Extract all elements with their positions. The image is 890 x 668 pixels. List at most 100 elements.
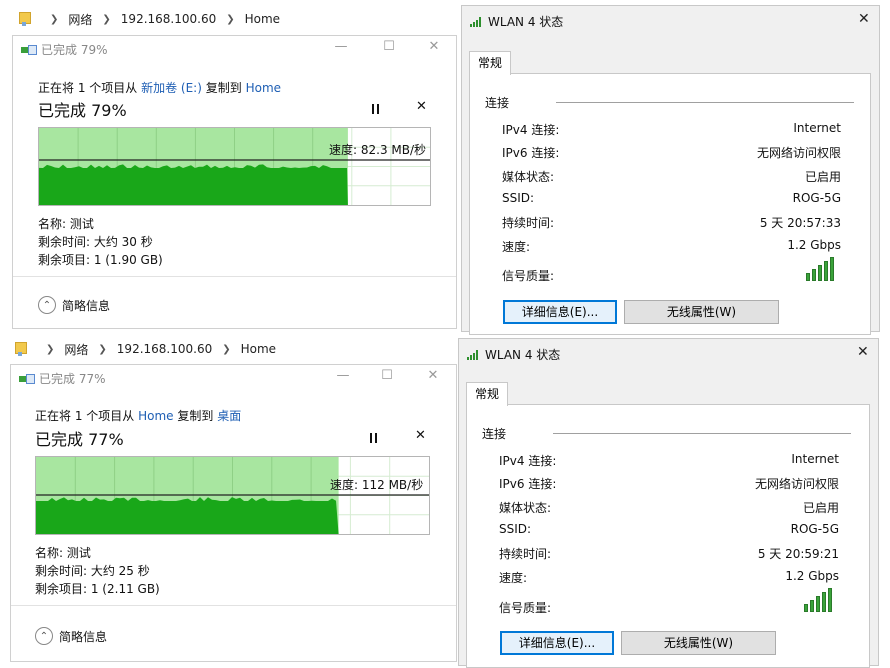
chevron-up-icon: ⌃ <box>35 627 53 645</box>
close-icon[interactable]: ✕ <box>857 344 869 360</box>
wlan-status-dialog: WLAN 4 状态 ✕ 常规 连接 信号质量: 详细信息(E)... 无线属性(… <box>461 5 880 335</box>
file-copy-icon <box>19 373 35 384</box>
wlan-status-dialog: WLAN 4 状态 ✕ 常规 连接 信号质量: 详细信息(E)... 无线属性(… <box>458 338 879 668</box>
chevron-up-icon: ⌃ <box>38 296 56 314</box>
address-breadcrumb[interactable]: ❯ 网络 ❯ 192.168.100.60 ❯ Home <box>18 8 458 30</box>
destination-link[interactable]: 桌面 <box>217 409 241 423</box>
wifi-signal-icon <box>470 16 482 27</box>
info-value: ROG-5G <box>790 521 839 536</box>
info-label: 速度: <box>499 570 528 585</box>
tab-general[interactable]: 常规 <box>466 382 509 406</box>
details-button[interactable]: 详细信息(E)... <box>500 631 614 655</box>
progress-heading: 已完成 79% <box>38 101 127 120</box>
progress-heading: 已完成 77% <box>35 430 124 449</box>
info-label: 持续时间: <box>499 547 552 562</box>
dialog-title: 已完成 77% <box>19 370 106 387</box>
info-label: IPv6 连接: <box>499 477 557 492</box>
close-icon[interactable]: ✕ <box>424 39 444 54</box>
speed-graph-svg <box>39 128 430 205</box>
close-icon[interactable]: ✕ <box>423 368 443 383</box>
info-label: 媒体状态: <box>499 500 552 515</box>
wireless-properties-button[interactable]: 无线属性(W) <box>624 300 779 324</box>
copy-progress-dialog: 已完成 77% — ☐ ✕ 正在将 1 个项目从 Home 复制到 桌面 已完成… <box>10 364 457 662</box>
info-value: 5 天 20:59:21 <box>757 547 839 562</box>
file-name: 名称: 测试 <box>35 546 91 560</box>
signal-strength-bars <box>804 588 834 612</box>
breadcrumb-item[interactable]: 192.168.100.60 <box>117 342 212 356</box>
file-info: 名称: 测试 剩余时间: 大约 30 秒 剩余项目: 1 (1.90 GB) <box>38 215 163 269</box>
time-remaining: 剩余时间: 大约 25 秒 <box>35 564 150 578</box>
maximize-icon[interactable]: ☐ <box>379 39 399 54</box>
info-value: Internet <box>793 121 841 135</box>
speed-label: 速度: 82.3 MB/秒 <box>329 143 427 157</box>
breadcrumb-item[interactable]: 网络 <box>68 11 92 28</box>
divider <box>11 605 456 606</box>
speed-graph: 速度: 112 MB/秒 <box>35 456 430 535</box>
info-value: Internet <box>791 452 839 466</box>
source-link[interactable]: Home <box>138 409 173 423</box>
maximize-icon[interactable]: ☐ <box>377 368 397 383</box>
source-link[interactable]: 新加卷 (E:) <box>141 81 202 95</box>
close-icon[interactable]: ✕ <box>858 11 870 27</box>
speed-label: 速度: 112 MB/秒 <box>330 478 424 492</box>
throughput-area <box>36 497 339 534</box>
minimize-icon[interactable]: — <box>333 368 353 383</box>
copy-description: 正在将 1 个项目从 新加卷 (E:) 复制到 Home <box>38 81 282 95</box>
info-value: 无网络访问权限 <box>756 146 841 161</box>
destination-link[interactable]: Home <box>246 81 281 95</box>
items-remaining: 剩余项目: 1 (1.90 GB) <box>38 253 163 267</box>
items-remaining: 剩余项目: 1 (2.11 GB) <box>35 582 160 596</box>
chevron-right-icon: ❯ <box>102 13 111 25</box>
chevron-right-icon: ❯ <box>222 343 231 355</box>
info-label: IPv4 连接: <box>502 123 560 137</box>
throughput-area <box>39 164 348 205</box>
info-label: 速度: <box>502 239 531 254</box>
info-label: SSID: <box>502 190 535 205</box>
network-folder-icon <box>14 342 27 356</box>
copy-progress-dialog: 已完成 79% — ☐ ✕ 正在将 1 个项目从 新加卷 (E:) 复制到 Ho… <box>12 35 457 329</box>
divider <box>13 276 456 277</box>
speed-graph-svg <box>36 457 429 534</box>
tab-general[interactable]: 常规 <box>469 51 512 75</box>
info-label: 持续时间: <box>502 216 555 231</box>
info-value: 1.2 Gbps <box>787 237 841 252</box>
address-breadcrumb[interactable]: ❯ 网络 ❯ 192.168.100.60 ❯ Home <box>14 338 454 360</box>
dialog-title: 已完成 79% <box>21 41 108 58</box>
dialog-title: WLAN 4 状态 <box>470 13 563 30</box>
breadcrumb-item[interactable]: Home <box>241 342 276 356</box>
details-button[interactable]: 详细信息(E)... <box>503 300 617 324</box>
bottom-screenshot: ❯ 网络 ❯ 192.168.100.60 ❯ Home 已完成 77% — ☐… <box>0 332 890 668</box>
breadcrumb-item[interactable]: 网络 <box>64 341 88 358</box>
group-divider <box>556 102 854 103</box>
connection-group-label: 连接 <box>482 427 507 441</box>
pause-icon[interactable] <box>371 104 381 114</box>
group-divider <box>553 433 851 434</box>
cancel-copy-icon[interactable]: ✕ <box>416 99 427 114</box>
chevron-right-icon: ❯ <box>98 343 107 355</box>
general-tab-panel <box>466 404 870 668</box>
breadcrumb-item[interactable]: Home <box>245 12 280 26</box>
info-label: 媒体状态: <box>502 169 555 184</box>
network-folder-icon <box>18 12 31 26</box>
time-remaining: 剩余时间: 大约 30 秒 <box>38 235 153 249</box>
less-details-button[interactable]: ⌃ 简略信息 <box>35 627 107 645</box>
signal-quality-label: 信号质量: <box>502 269 555 283</box>
chevron-right-icon: ❯ <box>46 343 55 355</box>
minimize-icon[interactable]: — <box>331 39 351 54</box>
chevron-right-icon: ❯ <box>226 13 235 25</box>
wireless-properties-button[interactable]: 无线属性(W) <box>621 631 776 655</box>
copy-description: 正在将 1 个项目从 Home 复制到 桌面 <box>35 409 242 423</box>
file-info: 名称: 测试 剩余时间: 大约 25 秒 剩余项目: 1 (2.11 GB) <box>35 544 160 598</box>
signal-quality-label: 信号质量: <box>499 601 552 615</box>
file-copy-icon <box>21 44 37 55</box>
connection-group-label: 连接 <box>485 96 510 110</box>
info-value: ROG-5G <box>792 190 841 205</box>
pause-icon[interactable] <box>369 433 379 443</box>
info-value: 已启用 <box>804 169 841 184</box>
cancel-copy-icon[interactable]: ✕ <box>415 428 426 443</box>
breadcrumb-item[interactable]: 192.168.100.60 <box>121 12 216 26</box>
wifi-signal-icon <box>467 349 479 360</box>
less-details-button[interactable]: ⌃ 简略信息 <box>38 296 110 314</box>
info-label: SSID: <box>499 521 532 536</box>
dialog-title: WLAN 4 状态 <box>467 346 560 363</box>
